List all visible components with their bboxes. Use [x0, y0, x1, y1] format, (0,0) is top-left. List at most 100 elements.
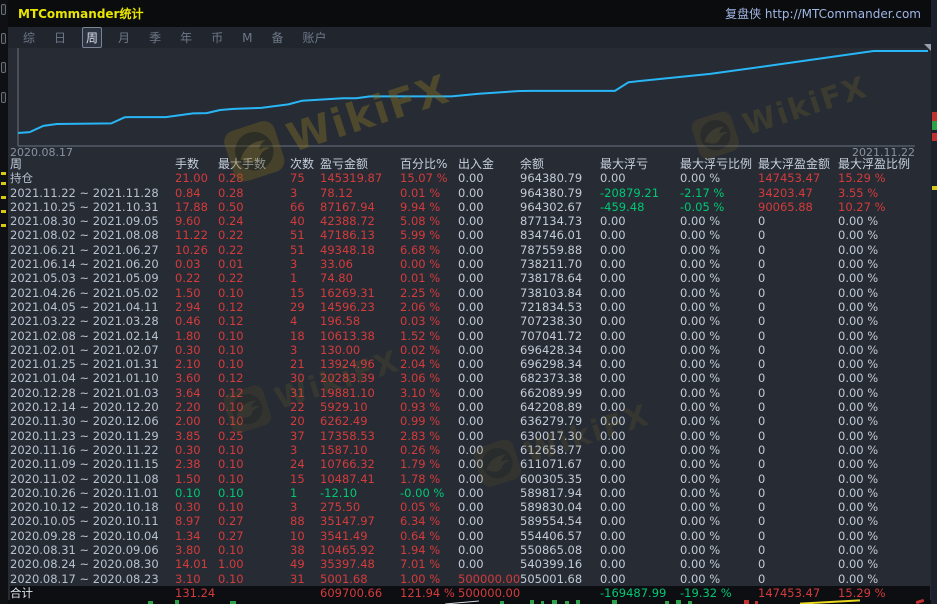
table-row[interactable]: 2021.05.03 ~ 2021.05.090.220.22174.800.0… — [10, 271, 930, 285]
table-row[interactable]: 2020.09.28 ~ 2020.10.041.340.27103541.49… — [10, 529, 930, 543]
cell: 0 — [758, 343, 838, 357]
column-header[interactable]: 百分比% — [400, 157, 458, 171]
table-row[interactable]: 2021.01.04 ~ 2021.01.103.600.123020283.3… — [10, 371, 930, 385]
cell: 31 — [290, 386, 320, 400]
cell: 0.00 — [458, 400, 520, 414]
cell: 0.22 — [218, 228, 290, 242]
cell: 0.00 — [458, 472, 520, 486]
menu-item-7[interactable]: 币 — [208, 28, 226, 47]
cell: 0.00 — [600, 343, 680, 357]
table-row[interactable]: 持仓21.000.2875145319.8715.07 %0.00964380.… — [10, 171, 930, 185]
table-row[interactable]: 2020.10.26 ~ 2020.11.010.100.101-12.10-0… — [10, 486, 930, 500]
table-row[interactable]: 2021.02.01 ~ 2021.02.070.300.103130.000.… — [10, 343, 930, 357]
cell: 2.83 % — [400, 429, 458, 443]
column-header[interactable]: 手数 — [175, 157, 218, 171]
cell: 17.88 — [175, 200, 218, 214]
menu-item-2[interactable]: 日 — [51, 28, 69, 47]
cell: 49 — [290, 557, 320, 571]
cell: 6262.49 — [320, 414, 400, 428]
table-row[interactable]: 2021.06.21 ~ 2021.06.2710.260.225149348.… — [10, 243, 930, 257]
cell: -0.00 % — [400, 486, 458, 500]
mtcommander-window: MTCommander统计 复盘侠 http://MTCommander.com… — [0, 0, 937, 604]
table-row[interactable]: 2020.11.02 ~ 2020.11.081.500.101510487.4… — [10, 472, 930, 486]
table-row[interactable]: 2020.10.12 ~ 2020.10.180.300.103275.500.… — [10, 500, 930, 514]
cell: 1.78 % — [400, 472, 458, 486]
menu-item-5[interactable]: 季 — [146, 28, 164, 47]
cell: 0.00 — [600, 357, 680, 371]
table-row[interactable]: 2021.11.22 ~ 2021.11.280.840.28378.120.0… — [10, 186, 930, 200]
cell: 0.00 — [458, 429, 520, 443]
brand-url-link[interactable]: 复盘侠 http://MTCommander.com — [725, 5, 921, 22]
table-row[interactable]: 2020.11.30 ~ 2020.12.062.000.10206262.49… — [10, 414, 930, 428]
column-header[interactable]: 盈亏金额 — [320, 157, 400, 171]
table-row[interactable]: 2021.03.22 ~ 2021.03.280.460.124196.580.… — [10, 314, 930, 328]
column-header[interactable]: 出入金 — [458, 157, 520, 171]
cell: -169487.99 — [600, 586, 680, 600]
column-header[interactable]: 最大浮盈比例 — [838, 157, 930, 171]
cell: 0.00 % — [680, 529, 758, 543]
table-row[interactable]: 2021.08.30 ~ 2021.09.059.600.244042388.7… — [10, 214, 930, 228]
menu-item-9[interactable]: 备 — [268, 28, 286, 47]
table-row[interactable]: 2020.08.17 ~ 2020.08.233.100.10315001.68… — [10, 572, 930, 586]
cell: 0.00 % — [680, 257, 758, 271]
cell: 0.00 % — [838, 529, 930, 543]
cell: 0.00 — [600, 228, 680, 242]
column-header[interactable]: 周 — [10, 157, 175, 171]
table-row[interactable]: 2021.06.14 ~ 2021.06.200.030.01333.060.0… — [10, 257, 930, 271]
background-window-edge — [1, 4, 6, 15]
table-row[interactable]: 2020.10.05 ~ 2020.10.118.970.278835147.9… — [10, 514, 930, 528]
cell: 0.00 — [458, 357, 520, 371]
cell: 0.00 % — [680, 357, 758, 371]
menu-item-1[interactable]: 综 — [20, 28, 38, 47]
table-row[interactable]: 2021.10.25 ~ 2021.10.3117.880.506687167.… — [10, 200, 930, 214]
column-header[interactable]: 最大浮亏比例 — [680, 157, 758, 171]
cell: 0.00 % — [838, 271, 930, 285]
table-row[interactable]: 2021.02.08 ~ 2021.02.141.800.101810613.3… — [10, 329, 930, 343]
total-row[interactable]: 合计131.24609700.66121.94 %500000.00-16948… — [10, 586, 930, 600]
cell: 3541.49 — [320, 529, 400, 543]
table-row[interactable]: 2020.11.09 ~ 2020.11.152.380.102410766.3… — [10, 457, 930, 471]
cell: 34203.47 — [758, 186, 838, 200]
cell: 0.12 — [218, 300, 290, 314]
cell: 0.00 — [458, 300, 520, 314]
table-row[interactable]: 2020.08.24 ~ 2020.08.3014.011.004935397.… — [10, 557, 930, 571]
menu-item-3[interactable]: 周 — [82, 27, 102, 48]
table-row[interactable]: 2021.04.05 ~ 2021.04.112.940.122914596.2… — [10, 300, 930, 314]
column-header[interactable]: 最大手数 — [218, 157, 290, 171]
table-row[interactable]: 2020.11.16 ~ 2020.11.220.300.1031587.100… — [10, 443, 930, 457]
row-period-label: 2020.12.14 ~ 2020.12.20 — [10, 400, 175, 414]
cell: 0.00 — [600, 271, 680, 285]
cell: 3 — [290, 257, 320, 271]
cell: 0.00 — [600, 486, 680, 500]
menu-item-10[interactable]: 账户 — [299, 28, 329, 47]
column-header[interactable]: 余额 — [520, 157, 600, 171]
column-header[interactable]: 次数 — [290, 157, 320, 171]
cell: 2.04 % — [400, 357, 458, 371]
menu-item-4[interactable]: 月 — [115, 28, 133, 47]
table-row[interactable]: 2020.08.31 ~ 2020.09.063.800.103810465.9… — [10, 543, 930, 557]
column-header[interactable]: 最大浮盈金额 — [758, 157, 838, 171]
cell: 196.58 — [320, 314, 400, 328]
cell: 0.00 % — [838, 257, 930, 271]
cell: 0.00 % — [838, 514, 930, 528]
cell: 18 — [290, 329, 320, 343]
table-row[interactable]: 2020.12.14 ~ 2020.12.202.200.10225929.10… — [10, 400, 930, 414]
table-row[interactable]: 2021.08.02 ~ 2021.08.0811.220.225147186.… — [10, 228, 930, 242]
cell: 0.00 — [458, 228, 520, 242]
cell: 4 — [290, 314, 320, 328]
menu-item-6[interactable]: 年 — [177, 28, 195, 47]
cell: 0.00 % — [680, 228, 758, 242]
cell: 0.00 — [600, 543, 680, 557]
cell: 0 — [758, 472, 838, 486]
table-row[interactable]: 2020.11.23 ~ 2020.11.293.850.253717358.5… — [10, 429, 930, 443]
table-row[interactable]: 2021.04.26 ~ 2021.05.021.500.101516269.3… — [10, 286, 930, 300]
table-row[interactable]: 2020.12.28 ~ 2021.01.033.640.123119881.1… — [10, 386, 930, 400]
cell: 738178.64 — [520, 271, 600, 285]
table-row[interactable]: 2021.01.25 ~ 2021.01.312.100.102113924.9… — [10, 357, 930, 371]
background-window-edge — [1, 33, 6, 44]
cell: 0.30 — [175, 443, 218, 457]
menu-item-8[interactable]: M — [239, 30, 255, 46]
column-header[interactable]: 最大浮亏 — [600, 157, 680, 171]
cell: 15.29 % — [838, 171, 930, 185]
cell: 0.00 % — [680, 271, 758, 285]
